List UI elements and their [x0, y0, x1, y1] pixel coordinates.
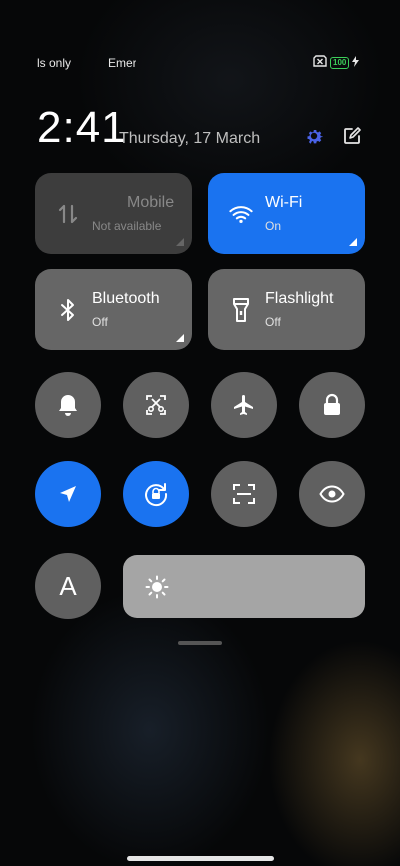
sim-off-icon: [313, 55, 327, 70]
tile-flashlight[interactable]: Flashlight Off: [208, 269, 365, 350]
clock: 2:41: [37, 103, 127, 152]
mobile-data-icon: [56, 201, 80, 227]
flashlight-icon: [229, 297, 253, 323]
toggle-reading-mode[interactable]: [299, 461, 365, 527]
tile-wifi[interactable]: Wi-Fi On: [208, 173, 365, 254]
toggle-airplane-mode[interactable]: [211, 372, 277, 438]
tile-expand-indicator: [176, 334, 184, 342]
sun-icon: [145, 575, 169, 599]
toggle-location[interactable]: [35, 461, 101, 527]
wifi-icon: [229, 201, 253, 227]
tile-bluetooth-status: Off: [92, 315, 108, 329]
tile-expand-indicator: [349, 238, 357, 246]
battery-icon: 100: [330, 56, 350, 69]
airplane-icon: [234, 395, 253, 415]
lock-icon: [324, 393, 340, 415]
status-text-left: ls only: [37, 56, 72, 70]
bell-icon: [59, 395, 77, 416]
tile-flashlight-title: Flashlight: [265, 290, 334, 307]
bluetooth-icon: [56, 297, 80, 323]
home-indicator[interactable]: [127, 856, 274, 861]
edit-button[interactable]: [340, 124, 364, 148]
charging-bolt-icon: [352, 55, 360, 70]
tile-bluetooth[interactable]: Bluetooth Off: [35, 269, 192, 350]
scan-icon: [233, 484, 255, 504]
status-bar: ls only Emer 100: [0, 55, 400, 72]
panel-drag-handle[interactable]: [178, 641, 222, 645]
toggle-screenshot[interactable]: [123, 372, 189, 438]
toggle-scanner[interactable]: [211, 461, 277, 527]
tile-bluetooth-title: Bluetooth: [92, 290, 160, 307]
tile-mobile-data[interactable]: Mobile Not available: [35, 173, 192, 254]
rotation-lock-icon: [145, 483, 168, 507]
date: Thursday, 17 March: [119, 130, 261, 147]
eye-icon: [319, 485, 345, 503]
toggle-lock-screen[interactable]: [299, 372, 365, 438]
scissors-screenshot-icon: [146, 395, 166, 415]
tile-wifi-title: Wi-Fi: [265, 194, 303, 211]
toggle-sound[interactable]: [35, 372, 101, 438]
auto-brightness-button[interactable]: A: [35, 553, 101, 619]
edit-icon: [344, 127, 361, 144]
gear-icon: [307, 130, 323, 144]
settings-button[interactable]: [302, 124, 326, 148]
brightness-slider[interactable]: [123, 555, 365, 618]
status-text-emergency: Emer: [108, 56, 136, 70]
location-arrow-icon: [60, 486, 76, 502]
toggle-rotation-lock[interactable]: [123, 461, 189, 527]
tile-wifi-status: On: [265, 219, 282, 233]
tile-flashlight-status: Off: [265, 315, 281, 329]
tile-mobile-data-title: Mobile: [127, 194, 175, 211]
tile-expand-indicator: [176, 238, 184, 246]
tile-mobile-data-status: Not available: [92, 219, 162, 233]
